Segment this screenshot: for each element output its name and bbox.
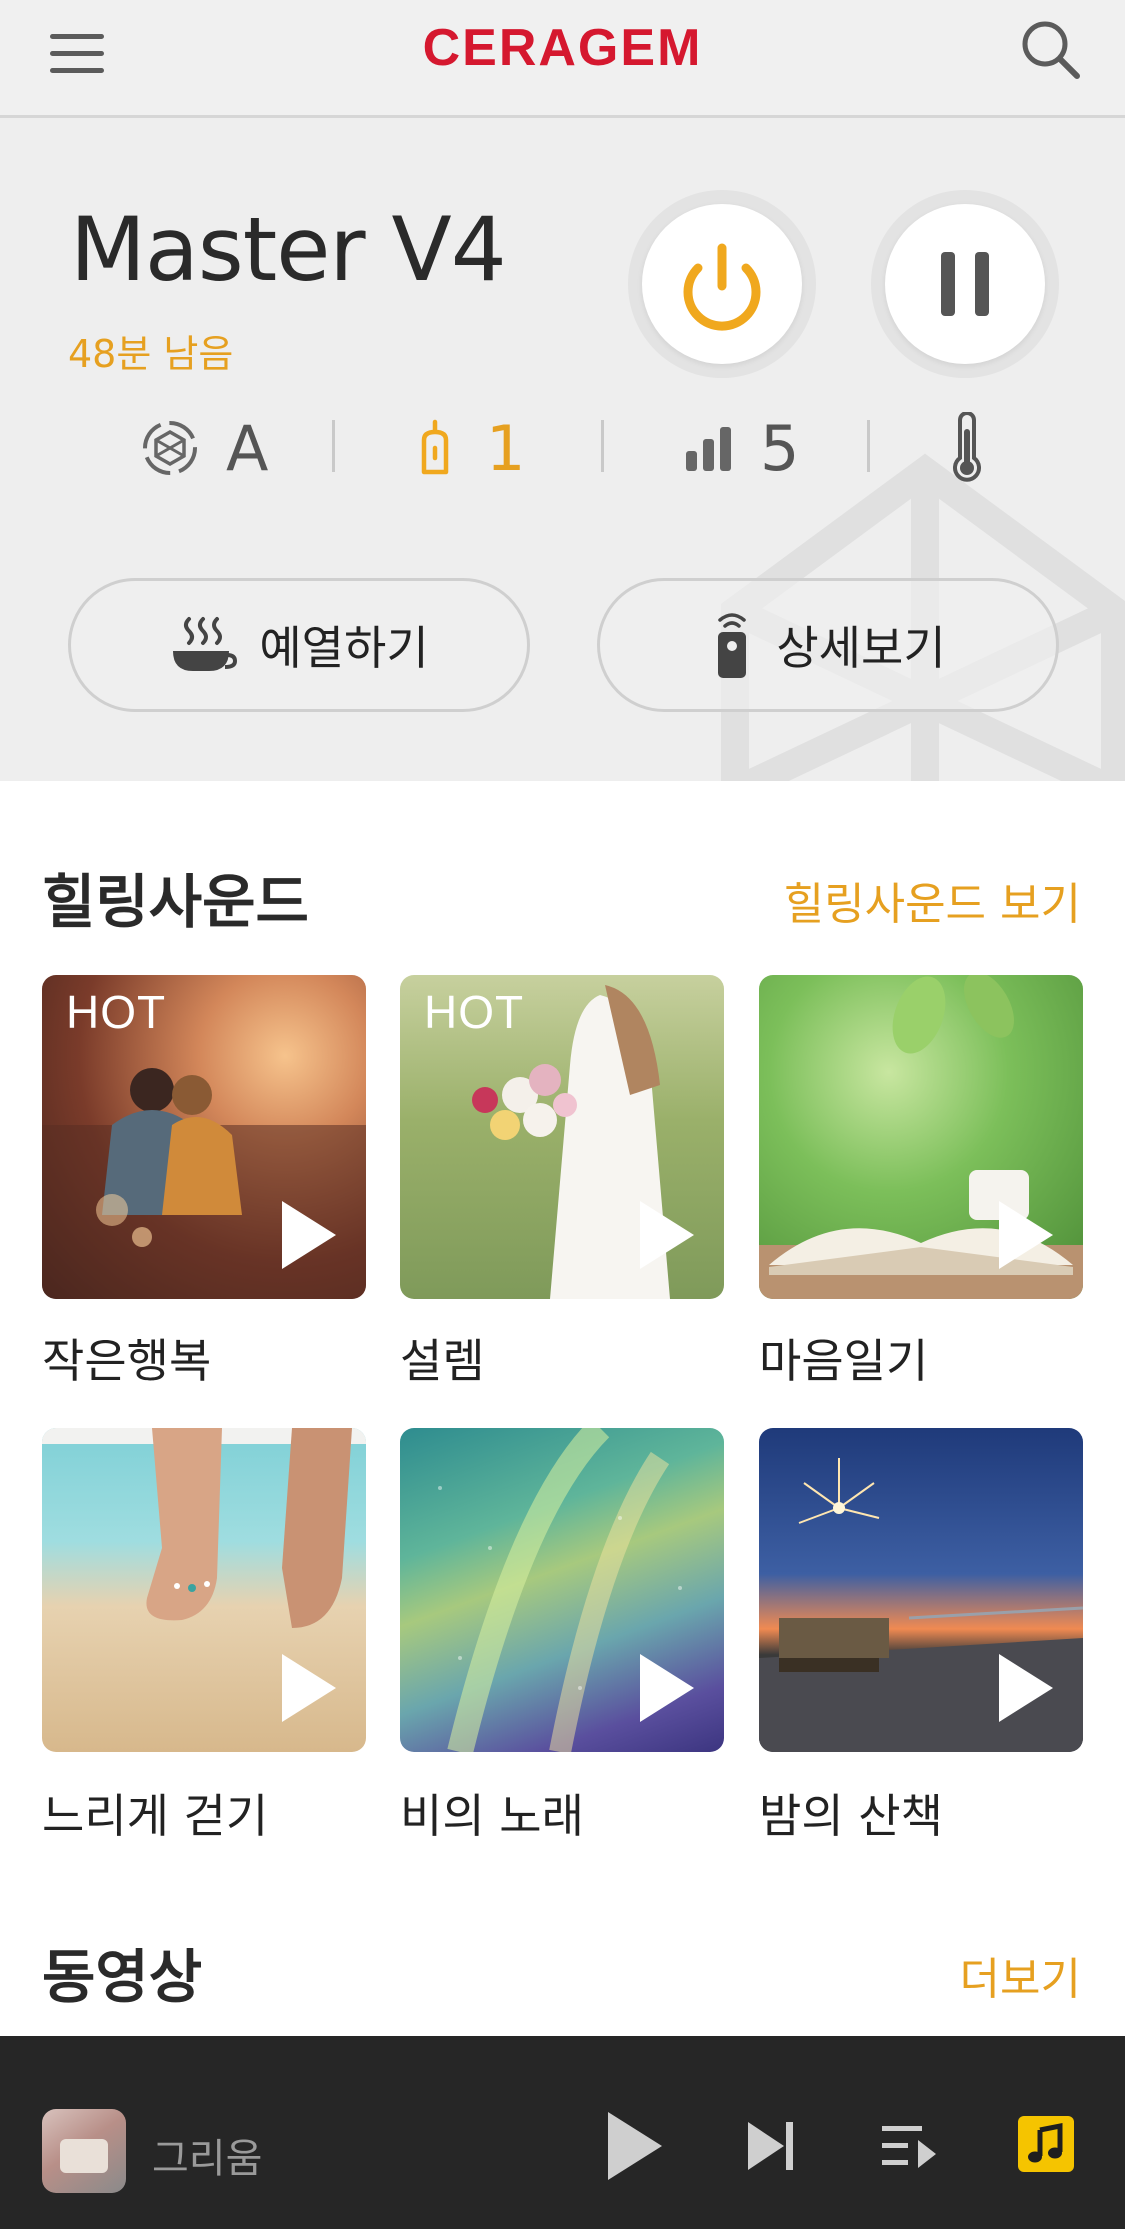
thermometer-icon (953, 412, 981, 482)
play-icon[interactable] (999, 1654, 1053, 1722)
sound-tile-night-walk[interactable] (759, 1428, 1083, 1752)
top-bar: CERAGEM (0, 0, 1125, 118)
body-posture-icon (421, 419, 449, 475)
device-panel: Master V4 48분 남음 A 1 5 예열하기 상세보기 (0, 118, 1125, 781)
intensity-value: 5 (760, 411, 800, 485)
divider (867, 420, 870, 472)
search-icon[interactable] (1015, 14, 1085, 84)
playlist-icon[interactable] (880, 2118, 940, 2174)
play-icon[interactable] (640, 1201, 694, 1269)
preheat-label: 예열하기 (259, 621, 429, 675)
video-more-link[interactable]: 더보기 (960, 1943, 1081, 2007)
sound-title: 느리게 걷기 (42, 1789, 269, 1843)
music-note-icon (1028, 2122, 1063, 2163)
sound-title: 밤의 산책 (759, 1789, 943, 1843)
track-title: 그리움 (152, 2136, 263, 2182)
detail-button[interactable]: 상세보기 (597, 578, 1059, 712)
device-title: Master V4 (70, 198, 507, 301)
posture-status: 1 (410, 408, 525, 488)
divider (332, 420, 335, 472)
healing-sound-view-all-link[interactable]: 힐링사운드 보기 (784, 868, 1081, 932)
sound-title: 마음일기 (759, 1334, 929, 1388)
play-icon[interactable] (640, 1654, 694, 1722)
sound-title: 비의 노래 (400, 1789, 584, 1843)
sound-tile-flutter[interactable]: HOT (400, 975, 724, 1299)
album-thumbnail[interactable] (42, 2109, 126, 2193)
mini-player: 그리움 (0, 2036, 1125, 2229)
sound-tile-slow-walk[interactable] (42, 1428, 366, 1752)
sound-title: 설렘 (400, 1334, 485, 1388)
posture-value: 1 (486, 411, 526, 485)
next-track-icon[interactable] (744, 2118, 800, 2174)
play-icon[interactable] (600, 2108, 668, 2184)
mode-value: A (226, 411, 269, 485)
healing-sound-title: 힐링사운드 (42, 868, 309, 936)
remote-icon (718, 613, 747, 678)
intensity-bars-icon (686, 427, 731, 471)
pause-button[interactable] (871, 190, 1059, 378)
power-button[interactable] (628, 190, 816, 378)
brand-logo: CERAGEM (422, 19, 703, 77)
intensity-status: 5 (684, 408, 799, 488)
heat-icon (173, 617, 238, 671)
mode-auto-icon (143, 421, 197, 475)
sound-tile-heart-diary[interactable] (759, 975, 1083, 1299)
preheat-button[interactable]: 예열하기 (68, 578, 530, 712)
detail-label: 상세보기 (776, 621, 946, 675)
status-row: A 1 5 (0, 408, 1125, 488)
hot-badge: HOT (66, 986, 167, 1038)
temperature-status (948, 408, 986, 488)
sound-tile-rain-song[interactable] (400, 1428, 724, 1752)
music-active-button[interactable] (1018, 2116, 1074, 2172)
hot-badge: HOT (424, 986, 525, 1038)
remaining-time: 48분 남음 (68, 332, 234, 376)
play-icon[interactable] (282, 1654, 336, 1722)
sound-tile-small-happiness[interactable]: HOT (42, 975, 366, 1299)
power-icon (683, 243, 761, 331)
pause-icon (941, 252, 989, 316)
video-title: 동영상 (42, 1943, 203, 2011)
mode-status: A (140, 408, 268, 488)
sound-title: 작은행복 (42, 1334, 212, 1388)
play-icon[interactable] (999, 1201, 1053, 1269)
divider (601, 420, 604, 472)
play-icon[interactable] (282, 1201, 336, 1269)
